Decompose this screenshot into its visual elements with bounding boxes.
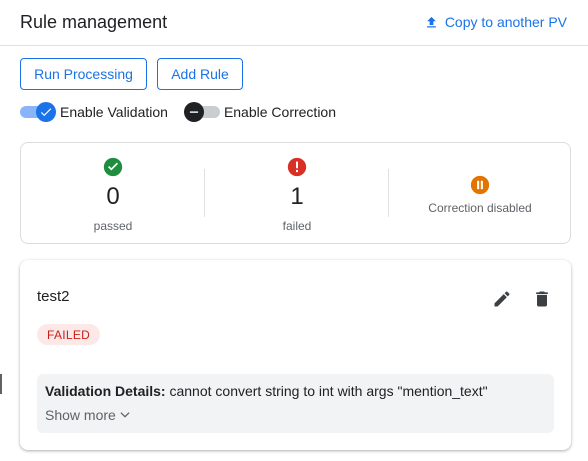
- validation-details-box: Validation Details: cannot convert strin…: [37, 374, 554, 433]
- show-more-label: Show more: [45, 407, 116, 423]
- action-buttons: Run Processing Add Rule: [20, 58, 243, 90]
- correction-disabled-label: Correction disabled: [428, 201, 532, 215]
- pause-circle-icon: [470, 175, 490, 195]
- error-circle-icon: [287, 157, 307, 177]
- minus-icon: [189, 111, 199, 113]
- copy-to-pv-label: Copy to another PV: [444, 14, 567, 30]
- validation-toggle-label: Enable Validation: [60, 104, 168, 120]
- check-circle-icon: [103, 157, 123, 177]
- show-more-button[interactable]: Show more: [45, 407, 132, 423]
- rule-name: test2: [37, 288, 70, 305]
- delete-icon[interactable]: [532, 289, 552, 309]
- run-processing-button[interactable]: Run Processing: [20, 58, 147, 90]
- failed-label: failed: [282, 219, 312, 233]
- page-title: Rule management: [20, 12, 168, 32]
- check-icon: [40, 108, 52, 117]
- rule-card: test2 FAILED Validation Details: cannot …: [20, 260, 571, 450]
- passed-label: passed: [93, 219, 133, 233]
- validation-details-text: cannot convert string to int with args "…: [169, 383, 488, 399]
- correction-stat: Correction disabled: [389, 143, 571, 243]
- chevron-down-icon: [120, 412, 130, 418]
- correction-toggle[interactable]: [183, 100, 220, 124]
- stats-summary-card: 0 passed 1 failed Correction disabled: [20, 142, 571, 244]
- passed-count: 0: [106, 183, 120, 210]
- status-badge: FAILED: [37, 324, 101, 345]
- add-rule-button[interactable]: Add Rule: [157, 58, 243, 90]
- page-header: Rule management Copy to another PV: [0, 0, 588, 46]
- validation-toggle[interactable]: [20, 100, 56, 124]
- failed-count: 1: [290, 183, 304, 210]
- copy-to-pv-link[interactable]: Copy to another PV: [424, 14, 567, 30]
- validation-details: Validation Details: cannot convert strin…: [45, 383, 488, 399]
- failed-stat: 1 failed: [205, 143, 389, 243]
- passed-stat: 0 passed: [21, 143, 205, 243]
- validation-details-label: Validation Details:: [45, 383, 166, 399]
- correction-toggle-label: Enable Correction: [223, 104, 336, 120]
- edit-icon[interactable]: [492, 289, 512, 309]
- toggle-row: Enable Validation Enable Correction: [20, 100, 352, 124]
- upload-icon: [426, 16, 436, 27]
- scroll-edge-marker: [0, 374, 2, 394]
